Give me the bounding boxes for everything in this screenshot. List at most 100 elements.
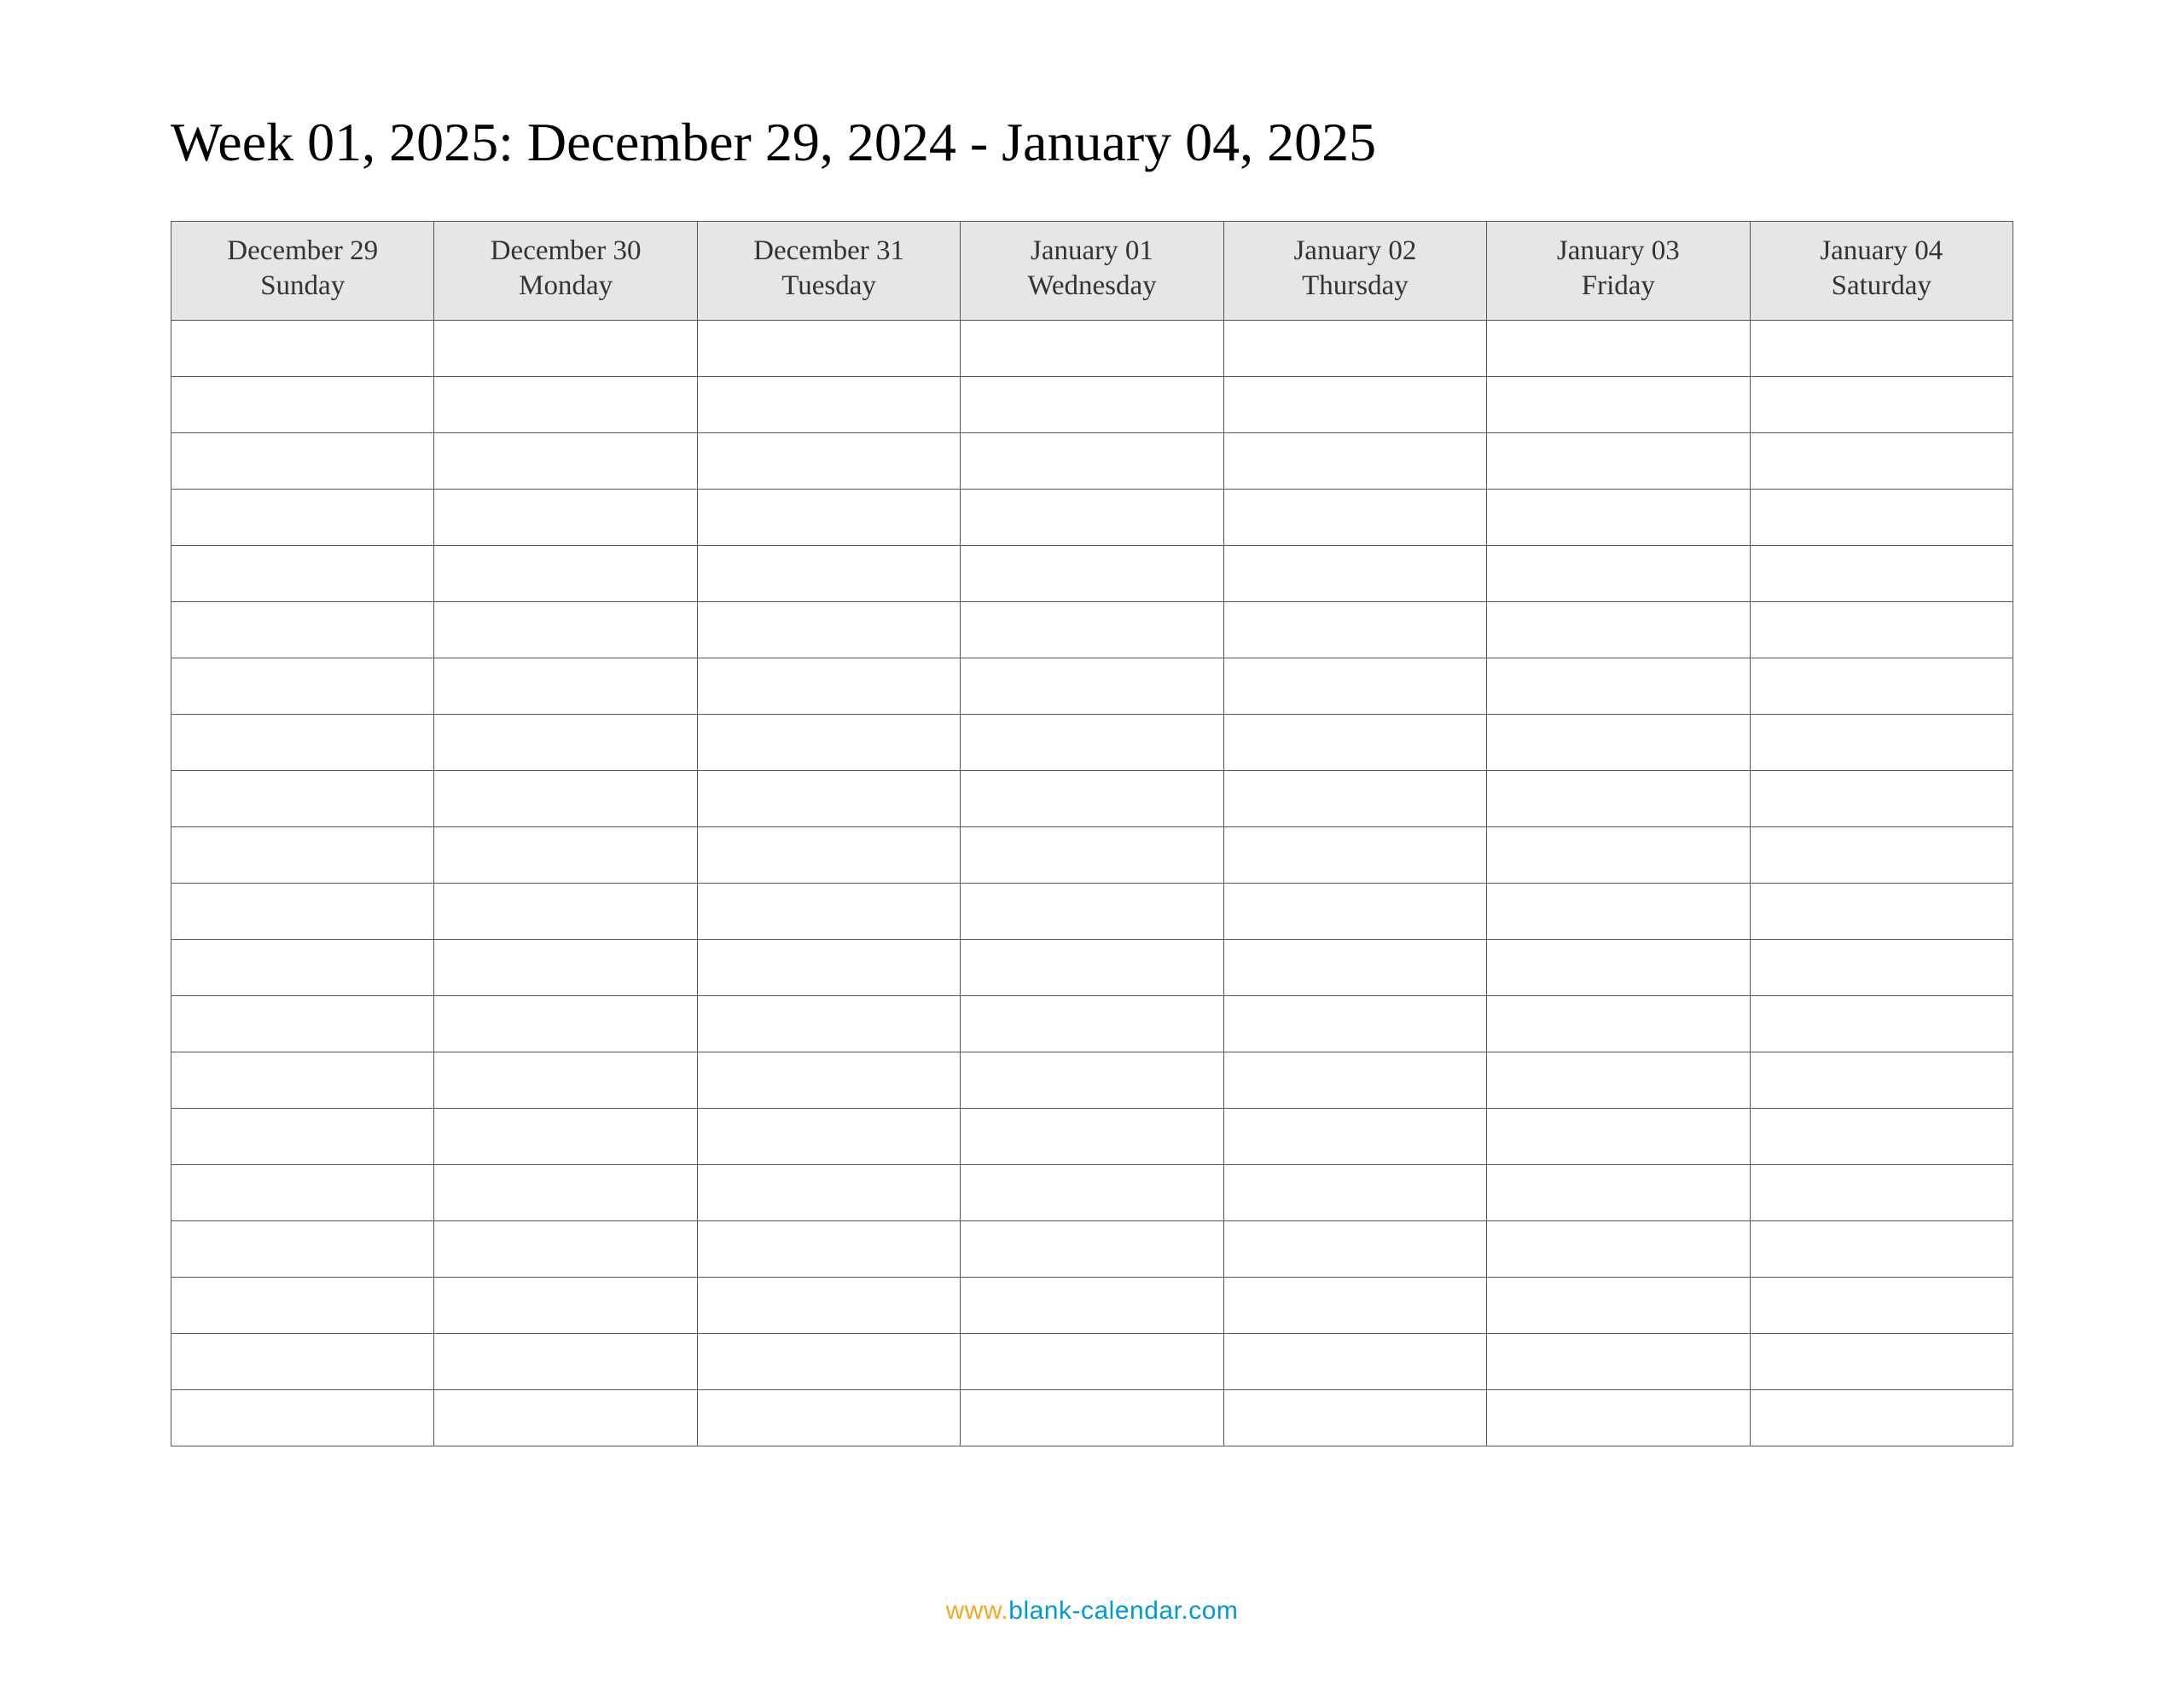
calendar-cell[interactable] bbox=[1223, 601, 1486, 658]
calendar-cell[interactable] bbox=[1223, 939, 1486, 995]
calendar-cell[interactable] bbox=[697, 939, 960, 995]
calendar-cell[interactable] bbox=[961, 1277, 1223, 1333]
calendar-cell[interactable] bbox=[961, 826, 1223, 883]
calendar-cell[interactable] bbox=[1223, 1052, 1486, 1108]
calendar-cell[interactable] bbox=[1487, 714, 1750, 770]
calendar-cell[interactable] bbox=[1750, 489, 2013, 545]
calendar-cell[interactable] bbox=[171, 1277, 434, 1333]
calendar-cell[interactable] bbox=[434, 1389, 697, 1446]
calendar-cell[interactable] bbox=[171, 545, 434, 601]
calendar-cell[interactable] bbox=[434, 545, 697, 601]
calendar-cell[interactable] bbox=[1487, 826, 1750, 883]
calendar-cell[interactable] bbox=[1223, 1277, 1486, 1333]
calendar-cell[interactable] bbox=[1750, 432, 2013, 489]
calendar-cell[interactable] bbox=[697, 1277, 960, 1333]
calendar-cell[interactable] bbox=[171, 432, 434, 489]
calendar-cell[interactable] bbox=[171, 376, 434, 432]
calendar-cell[interactable] bbox=[1750, 1108, 2013, 1164]
calendar-cell[interactable] bbox=[1487, 376, 1750, 432]
calendar-cell[interactable] bbox=[697, 770, 960, 826]
calendar-cell[interactable] bbox=[434, 376, 697, 432]
calendar-cell[interactable] bbox=[1750, 1389, 2013, 1446]
calendar-cell[interactable] bbox=[1487, 1277, 1750, 1333]
calendar-cell[interactable] bbox=[171, 883, 434, 939]
calendar-cell[interactable] bbox=[1223, 489, 1486, 545]
calendar-cell[interactable] bbox=[697, 1389, 960, 1446]
calendar-cell[interactable] bbox=[961, 376, 1223, 432]
calendar-cell[interactable] bbox=[961, 1164, 1223, 1220]
calendar-cell[interactable] bbox=[961, 995, 1223, 1052]
calendar-cell[interactable] bbox=[961, 1220, 1223, 1277]
calendar-cell[interactable] bbox=[434, 1277, 697, 1333]
calendar-cell[interactable] bbox=[1223, 1333, 1486, 1389]
calendar-cell[interactable] bbox=[1223, 1108, 1486, 1164]
calendar-cell[interactable] bbox=[434, 432, 697, 489]
calendar-cell[interactable] bbox=[434, 489, 697, 545]
calendar-cell[interactable] bbox=[1487, 995, 1750, 1052]
calendar-cell[interactable] bbox=[1223, 1164, 1486, 1220]
calendar-cell[interactable] bbox=[434, 826, 697, 883]
calendar-cell[interactable] bbox=[171, 1220, 434, 1277]
calendar-cell[interactable] bbox=[434, 1108, 697, 1164]
calendar-cell[interactable] bbox=[961, 1052, 1223, 1108]
calendar-cell[interactable] bbox=[961, 770, 1223, 826]
calendar-cell[interactable] bbox=[1750, 939, 2013, 995]
calendar-cell[interactable] bbox=[434, 939, 697, 995]
calendar-cell[interactable] bbox=[1750, 770, 2013, 826]
calendar-cell[interactable] bbox=[1223, 1389, 1486, 1446]
calendar-cell[interactable] bbox=[1487, 939, 1750, 995]
calendar-cell[interactable] bbox=[434, 1220, 697, 1277]
calendar-cell[interactable] bbox=[961, 601, 1223, 658]
calendar-cell[interactable] bbox=[697, 432, 960, 489]
calendar-cell[interactable] bbox=[171, 995, 434, 1052]
calendar-cell[interactable] bbox=[697, 545, 960, 601]
calendar-cell[interactable] bbox=[1487, 320, 1750, 376]
calendar-cell[interactable] bbox=[697, 1052, 960, 1108]
calendar-cell[interactable] bbox=[1750, 658, 2013, 714]
calendar-cell[interactable] bbox=[1487, 883, 1750, 939]
calendar-cell[interactable] bbox=[1223, 770, 1486, 826]
calendar-cell[interactable] bbox=[1487, 1220, 1750, 1277]
calendar-cell[interactable] bbox=[1223, 376, 1486, 432]
calendar-cell[interactable] bbox=[1750, 826, 2013, 883]
calendar-cell[interactable] bbox=[1223, 658, 1486, 714]
calendar-cell[interactable] bbox=[1750, 995, 2013, 1052]
calendar-cell[interactable] bbox=[1487, 1052, 1750, 1108]
calendar-cell[interactable] bbox=[1750, 1164, 2013, 1220]
calendar-cell[interactable] bbox=[434, 601, 697, 658]
calendar-cell[interactable] bbox=[961, 1108, 1223, 1164]
calendar-cell[interactable] bbox=[1487, 489, 1750, 545]
calendar-cell[interactable] bbox=[171, 826, 434, 883]
calendar-cell[interactable] bbox=[1487, 1333, 1750, 1389]
calendar-cell[interactable] bbox=[1223, 826, 1486, 883]
calendar-cell[interactable] bbox=[697, 489, 960, 545]
calendar-cell[interactable] bbox=[171, 489, 434, 545]
calendar-cell[interactable] bbox=[697, 658, 960, 714]
calendar-cell[interactable] bbox=[697, 601, 960, 658]
calendar-cell[interactable] bbox=[171, 1108, 434, 1164]
calendar-cell[interactable] bbox=[1750, 376, 2013, 432]
calendar-cell[interactable] bbox=[1750, 1052, 2013, 1108]
calendar-cell[interactable] bbox=[171, 714, 434, 770]
calendar-cell[interactable] bbox=[1750, 1333, 2013, 1389]
calendar-cell[interactable] bbox=[961, 658, 1223, 714]
calendar-cell[interactable] bbox=[1487, 1164, 1750, 1220]
calendar-cell[interactable] bbox=[1223, 1220, 1486, 1277]
calendar-cell[interactable] bbox=[171, 320, 434, 376]
calendar-cell[interactable] bbox=[434, 770, 697, 826]
calendar-cell[interactable] bbox=[697, 1108, 960, 1164]
calendar-cell[interactable] bbox=[697, 376, 960, 432]
calendar-cell[interactable] bbox=[1223, 714, 1486, 770]
calendar-cell[interactable] bbox=[1750, 1277, 2013, 1333]
calendar-cell[interactable] bbox=[1487, 545, 1750, 601]
calendar-cell[interactable] bbox=[961, 883, 1223, 939]
calendar-cell[interactable] bbox=[171, 1389, 434, 1446]
calendar-cell[interactable] bbox=[434, 714, 697, 770]
calendar-cell[interactable] bbox=[434, 320, 697, 376]
calendar-cell[interactable] bbox=[961, 489, 1223, 545]
calendar-cell[interactable] bbox=[1487, 1389, 1750, 1446]
calendar-cell[interactable] bbox=[961, 714, 1223, 770]
calendar-cell[interactable] bbox=[697, 1164, 960, 1220]
calendar-cell[interactable] bbox=[434, 1333, 697, 1389]
calendar-cell[interactable] bbox=[697, 320, 960, 376]
